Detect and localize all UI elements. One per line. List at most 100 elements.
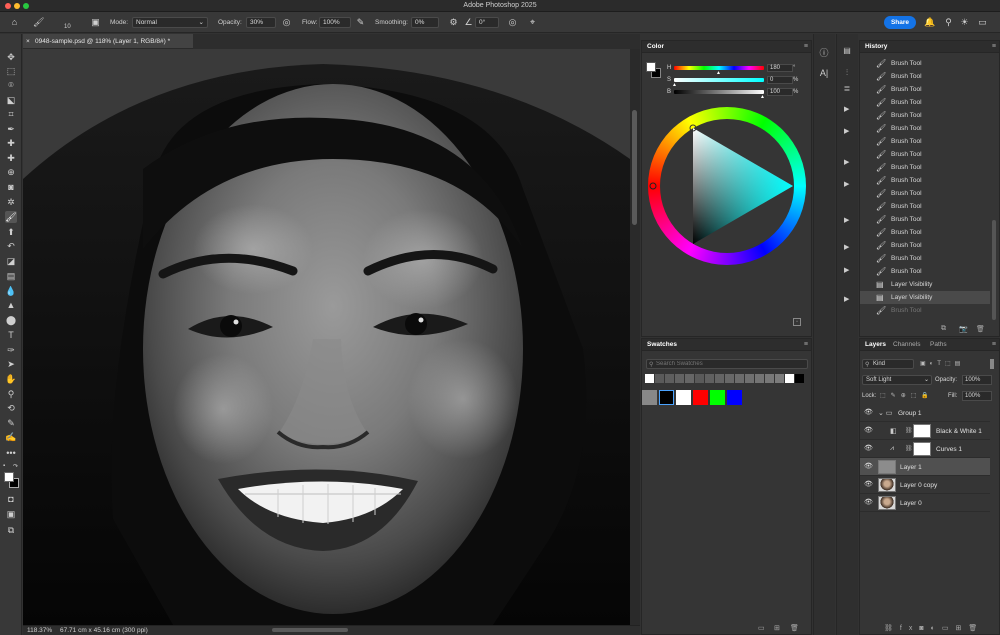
history-scrollbar[interactable] bbox=[992, 220, 996, 320]
recent-swatch[interactable] bbox=[745, 374, 754, 383]
lock-icons[interactable]: ⬚✎⊕⬚🔒 bbox=[880, 392, 934, 399]
eraser-tool-icon[interactable]: ◪ bbox=[5, 255, 17, 267]
mask-icon[interactable]: ◙ bbox=[919, 625, 930, 632]
adjustments-icon[interactable]: ⫶ bbox=[841, 68, 853, 80]
play-icon-4[interactable]: ▶ bbox=[844, 180, 849, 188]
camera-icon[interactable]: 📷 bbox=[959, 325, 968, 333]
search-icon[interactable]: ⚲ bbox=[943, 17, 954, 28]
history-item[interactable]: 🖌 Brush Tool bbox=[860, 213, 990, 226]
history-item[interactable]: 🖌 Brush Tool bbox=[860, 226, 990, 239]
red-eye-tool-icon[interactable]: ✲ bbox=[5, 196, 17, 208]
history-item[interactable]: 🖌 Brush Tool bbox=[860, 252, 990, 265]
brightness-input[interactable]: 100 bbox=[767, 88, 793, 96]
saturation-slider-handle[interactable]: ▲ bbox=[672, 82, 677, 88]
brush-preset-icon[interactable]: 🖌 bbox=[33, 17, 44, 28]
layer-thumbnail[interactable] bbox=[878, 478, 896, 492]
color-wheel[interactable] bbox=[648, 107, 806, 265]
fx-icon[interactable]: fx bbox=[900, 625, 919, 632]
history-item[interactable]: 🖌 Brush Tool bbox=[860, 304, 990, 317]
swatches-search-input[interactable] bbox=[656, 360, 806, 368]
recent-swatch[interactable] bbox=[775, 374, 784, 383]
lasso-tool-icon[interactable]: ⌾ bbox=[5, 79, 17, 91]
object-selection-tool-icon[interactable]: ⬕ bbox=[5, 94, 17, 106]
color-foreground-swatch[interactable] bbox=[646, 62, 656, 72]
brush-tool-icon[interactable]: 🖌 bbox=[5, 211, 17, 223]
play-icon[interactable]: ▶ bbox=[844, 105, 849, 113]
layer-mask-thumbnail[interactable] bbox=[913, 442, 931, 456]
horizontal-scroll-thumb[interactable] bbox=[272, 628, 348, 632]
color-swatch[interactable] bbox=[676, 390, 691, 405]
expand-panel-icon[interactable]: ▫ bbox=[793, 318, 801, 326]
more-tools-icon[interactable]: ••• bbox=[5, 447, 17, 459]
recent-swatch[interactable] bbox=[695, 374, 704, 383]
history-item[interactable]: 🖌 Brush Tool bbox=[860, 122, 990, 135]
color-swatch[interactable] bbox=[710, 390, 725, 405]
history-item[interactable]: ▤ Layer Visibility bbox=[860, 291, 990, 304]
info-icon[interactable]: ⓘ bbox=[818, 46, 830, 58]
visibility-eye-icon[interactable]: 👁 bbox=[864, 427, 873, 435]
healing-brush-tool-icon[interactable]: ✚ bbox=[5, 152, 17, 164]
panel-menu-icon[interactable]: ≡ bbox=[804, 341, 808, 348]
layer-row[interactable]: 👁 ⌄ ▭ Group 1 bbox=[860, 404, 990, 422]
visibility-eye-icon[interactable]: 👁 bbox=[864, 481, 873, 489]
zoom-level[interactable]: 118.37% bbox=[27, 627, 52, 634]
trash-icon[interactable]: 🗑 bbox=[968, 625, 984, 632]
layer-thumbnail[interactable] bbox=[878, 460, 896, 474]
play-icon-7[interactable]: ▶ bbox=[844, 266, 849, 274]
tab-color[interactable]: Color bbox=[647, 43, 664, 50]
history-item[interactable]: 🖌 Brush Tool bbox=[860, 239, 990, 252]
color-swatch[interactable] bbox=[727, 390, 742, 405]
properties-icon[interactable]: ≣ bbox=[841, 84, 853, 96]
history-icon[interactable]: ▤ bbox=[841, 46, 853, 58]
discover-icon[interactable]: ☀ bbox=[959, 17, 970, 28]
layer-mask-thumbnail[interactable] bbox=[913, 424, 931, 438]
airbrush-icon[interactable]: ✎ bbox=[355, 17, 366, 28]
recent-swatch[interactable] bbox=[765, 374, 774, 383]
play-icon-3[interactable]: ▶ bbox=[844, 158, 849, 166]
clone-stamp-tool-icon[interactable]: ⬆ bbox=[5, 226, 17, 238]
generative-icon[interactable]: ⧉ bbox=[5, 524, 17, 536]
trash-icon[interactable]: 🗑 bbox=[790, 624, 799, 632]
gear-icon[interactable]: ⚙ bbox=[448, 17, 459, 28]
tab-swatches[interactable]: Swatches bbox=[647, 341, 677, 348]
panel-menu-icon[interactable]: ≡ bbox=[992, 341, 996, 348]
hue-slider-handle[interactable]: ▲ bbox=[716, 70, 721, 76]
marquee-tool-icon[interactable]: ⬚ bbox=[5, 65, 17, 77]
history-item[interactable]: 🖌 Brush Tool bbox=[860, 109, 990, 122]
recent-swatch[interactable] bbox=[715, 374, 724, 383]
history-item[interactable]: 🖌 Brush Tool bbox=[860, 135, 990, 148]
visibility-eye-icon[interactable]: 👁 bbox=[864, 463, 873, 471]
new-group-icon[interactable]: ▭ bbox=[758, 624, 765, 632]
tab-paths[interactable]: Paths bbox=[930, 341, 947, 348]
hue-input[interactable]: 180 bbox=[767, 64, 793, 72]
pen-tool-icon[interactable]: ✑ bbox=[5, 344, 17, 356]
spot-healing-tool-icon[interactable]: ✚ bbox=[5, 137, 17, 149]
history-item[interactable]: ▤ Layer Visibility bbox=[860, 278, 990, 291]
sponge-tool-icon[interactable]: ✍ bbox=[5, 431, 17, 443]
new-document-from-state-icon[interactable]: ⧉ bbox=[941, 325, 946, 333]
custom-tool-icon[interactable]: ✎ bbox=[5, 417, 17, 429]
saturation-slider[interactable] bbox=[674, 78, 764, 82]
history-item[interactable]: 🖌 Brush Tool bbox=[860, 83, 990, 96]
zoom-tool-icon[interactable]: ⚲ bbox=[5, 388, 17, 400]
link-icon[interactable]: ⛓ bbox=[905, 427, 913, 434]
history-item[interactable]: 🖌 Brush Tool bbox=[860, 174, 990, 187]
folder-icon[interactable]: ▭ bbox=[942, 625, 956, 632]
history-item[interactable]: 🖌 Brush Tool bbox=[860, 265, 990, 278]
path-selection-tool-icon[interactable]: ➤ bbox=[5, 358, 17, 370]
sv-triangle[interactable] bbox=[648, 107, 806, 265]
type-tool-icon[interactable]: T bbox=[5, 329, 17, 341]
panel-menu-icon[interactable]: ≡ bbox=[804, 43, 808, 50]
patch-tool-icon[interactable]: ⊕ bbox=[5, 166, 17, 178]
crop-tool-icon[interactable]: ⌗ bbox=[5, 108, 17, 120]
workspace-icon[interactable]: ▭ bbox=[977, 17, 988, 28]
recent-swatch[interactable] bbox=[705, 374, 714, 383]
history-brush-tool-icon[interactable]: ↶ bbox=[5, 240, 17, 252]
saturation-input[interactable]: 0 bbox=[767, 76, 793, 84]
swap-colors-icon[interactable]: ↷ bbox=[13, 463, 18, 470]
color-swatch[interactable] bbox=[693, 390, 708, 405]
play-icon-8[interactable]: ▶ bbox=[844, 295, 849, 303]
layer-filter-icons[interactable]: ▣◐T⬚▤ bbox=[920, 360, 964, 367]
tab-history[interactable]: History bbox=[865, 43, 887, 50]
recent-swatch[interactable] bbox=[675, 374, 684, 383]
